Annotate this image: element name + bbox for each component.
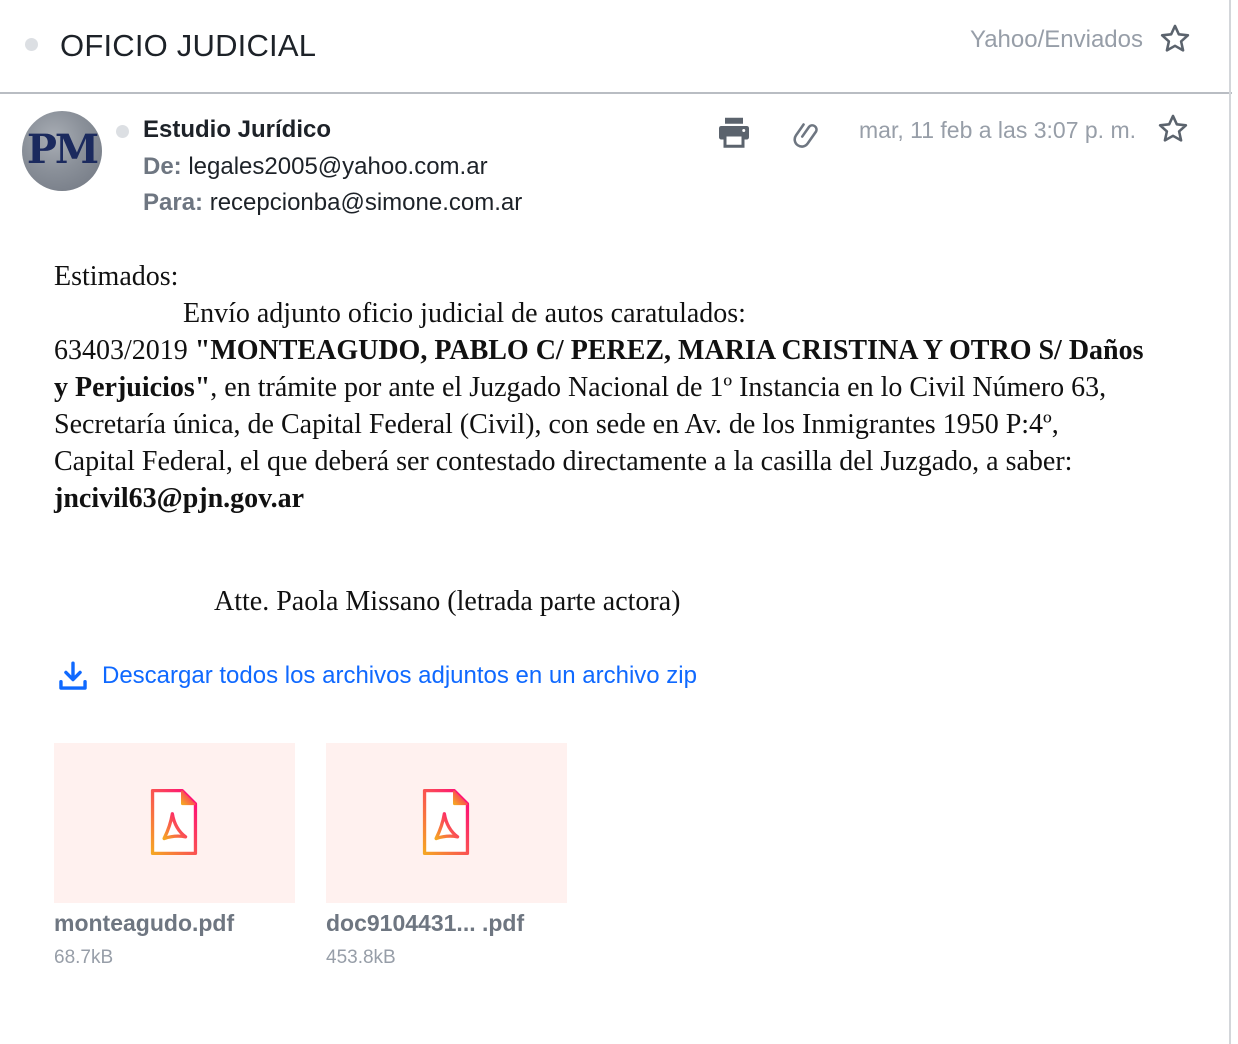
- star-icon[interactable]: [1156, 112, 1190, 146]
- avatar-initials: PM: [26, 126, 99, 173]
- greeting: Estimados:: [54, 261, 179, 292]
- pdf-icon: [422, 789, 470, 855]
- download-icon: [59, 661, 87, 690]
- signature: Atte. Paola Missano (letrada parte actor…: [214, 586, 681, 617]
- star-icon[interactable]: [1158, 22, 1192, 56]
- attachment-size: 453.8kB: [326, 947, 396, 968]
- unread-dot-icon[interactable]: [25, 38, 38, 51]
- attachment-clip-icon[interactable]: [790, 118, 824, 152]
- avatar: PM: [22, 111, 102, 191]
- from-label: De:: [143, 153, 182, 180]
- pdf-icon: [150, 789, 198, 855]
- case-details: , en trámite por ante el Juzgado Naciona…: [54, 372, 1107, 477]
- message-header-bar: OFICIO JUDICIAL Yahoo/Enviados: [0, 0, 1238, 94]
- header-divider: [0, 92, 1232, 94]
- from-address[interactable]: legales2005@yahoo.com.ar: [188, 153, 487, 180]
- attachment-thumbnail[interactable]: [326, 743, 567, 903]
- attachment-size: 68.7kB: [54, 947, 114, 968]
- pane-border: [1229, 0, 1231, 1044]
- folder-breadcrumb[interactable]: Yahoo/Enviados: [970, 26, 1143, 54]
- message-body: Estimados: Envío adjunto oficio judicial…: [54, 258, 1144, 517]
- message-date: mar, 11 feb a las 3:07 p. m.: [859, 117, 1136, 143]
- from-line: De: legales2005@yahoo.com.ar: [143, 153, 488, 181]
- to-label: Para:: [143, 189, 204, 216]
- attachment-filename[interactable]: monteagudo.pdf: [54, 910, 295, 937]
- message-subject: OFICIO JUDICIAL: [60, 28, 317, 63]
- print-icon[interactable]: [716, 114, 752, 150]
- sender-name[interactable]: Estudio Jurídico: [143, 116, 331, 144]
- sender-status-dot-icon: [116, 125, 129, 138]
- attachment-filename[interactable]: doc9104431... .pdf: [326, 910, 567, 937]
- to-address[interactable]: recepcionba@simone.com.ar: [210, 189, 523, 216]
- attachment-thumbnail[interactable]: [54, 743, 295, 903]
- attachment-card[interactable]: monteagudo.pdf 68.7kB: [54, 743, 295, 969]
- download-all-zip-link[interactable]: Descargar todos los archivos adjuntos en…: [56, 656, 697, 696]
- court-email[interactable]: jncivil63@pjn.gov.ar: [54, 483, 304, 514]
- to-line: Para: recepcionba@simone.com.ar: [143, 189, 522, 217]
- attachment-card[interactable]: doc9104431... .pdf 453.8kB: [326, 743, 567, 969]
- case-paragraph: 63403/2019 "MONTEAGUDO, PABLO C/ PEREZ, …: [54, 332, 1144, 480]
- case-number: 63403/2019: [54, 335, 195, 366]
- download-all-label: Descargar todos los archivos adjuntos en…: [102, 662, 697, 689]
- intro-line: Envío adjunto oficio judicial de autos c…: [183, 298, 746, 329]
